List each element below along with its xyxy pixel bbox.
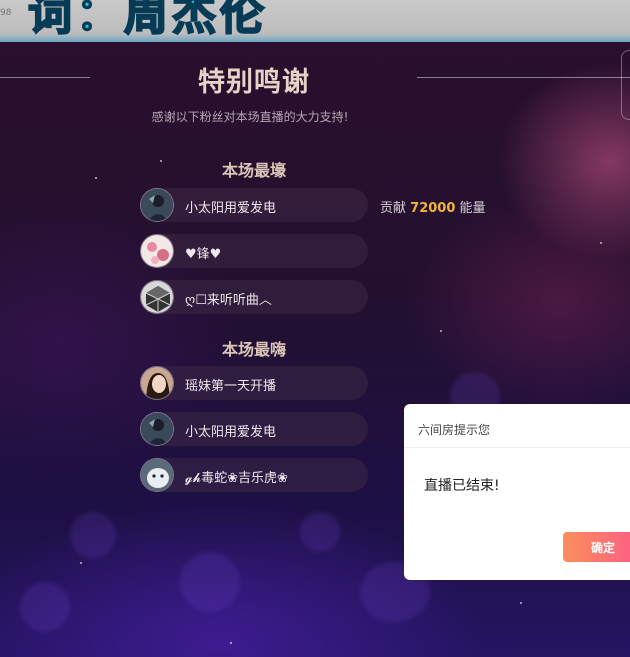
top-contributors-title: 本场最壕 bbox=[221, 161, 286, 180]
contribution-text: 贡献 72000 能量 bbox=[380, 197, 486, 216]
bokeh-light bbox=[70, 512, 116, 558]
fan-name: 𝓰𝓱毒蛇❀吉乐虎❀ bbox=[185, 471, 288, 486]
fan-row[interactable]: ღ☐来听听曲︿ bbox=[140, 280, 368, 314]
lyric-caption: 词：周杰伦 bbox=[27, 0, 268, 41]
sparkle bbox=[520, 602, 522, 604]
contribution-unit: 能量 bbox=[459, 201, 486, 216]
fan-name: ♥锋♥ bbox=[185, 247, 222, 262]
thanks-subtitle: 感谢以下粉丝对本场直播的大力支持! bbox=[151, 110, 349, 124]
bokeh-light bbox=[20, 582, 70, 632]
live-ended-dialog: 六间房提示您 直播已结束! 确定 bbox=[404, 404, 630, 580]
sparkle bbox=[600, 242, 602, 244]
sparkle bbox=[440, 330, 442, 332]
fan-row[interactable]: 小太阳用爱发电 bbox=[140, 188, 368, 222]
thanks-title: 特别鸣谢 bbox=[198, 67, 310, 98]
dialog-message: 直播已结束! bbox=[424, 478, 500, 494]
sparkle bbox=[230, 642, 232, 644]
fan-name: 小太阳用爱发电 bbox=[185, 425, 277, 440]
avatar-pink-flowers bbox=[140, 234, 174, 268]
avatar-girl-portrait bbox=[140, 366, 174, 400]
fan-row[interactable]: ♥锋♥ bbox=[140, 234, 368, 268]
avatar-dark-figure bbox=[140, 188, 174, 222]
fan-row[interactable]: 小太阳用爱发电 bbox=[140, 412, 368, 446]
bokeh-light bbox=[300, 512, 340, 552]
confirm-button[interactable]: 确定 bbox=[563, 532, 630, 562]
avatar-dark-figure bbox=[140, 412, 174, 446]
avatar-cube bbox=[140, 280, 174, 314]
fan-name: 小太阳用爱发电 bbox=[185, 201, 277, 216]
fan-name: ღ☐来听听曲︿ bbox=[185, 293, 272, 308]
side-frame bbox=[621, 50, 630, 120]
avatar-white-animal bbox=[140, 458, 174, 492]
dialog-header: 六间房提示您 bbox=[404, 404, 630, 448]
contribution-amount: 72000 bbox=[410, 201, 456, 216]
fan-name: 瑶妹第一天开播 bbox=[185, 379, 277, 394]
top-banner: 98 词：周杰伦 bbox=[0, 0, 630, 42]
dialog-title: 六间房提示您 bbox=[418, 423, 491, 437]
contribution-prefix: 贡献 bbox=[380, 201, 407, 216]
fan-row[interactable]: 𝓰𝓱毒蛇❀吉乐虎❀ bbox=[140, 458, 368, 492]
most-active-title: 本场最嗨 bbox=[221, 340, 286, 359]
corner-number: 98 bbox=[0, 8, 12, 18]
fan-row[interactable]: 瑶妹第一天开播 bbox=[140, 366, 368, 400]
bokeh-light bbox=[180, 552, 240, 612]
sparkle bbox=[80, 562, 82, 564]
